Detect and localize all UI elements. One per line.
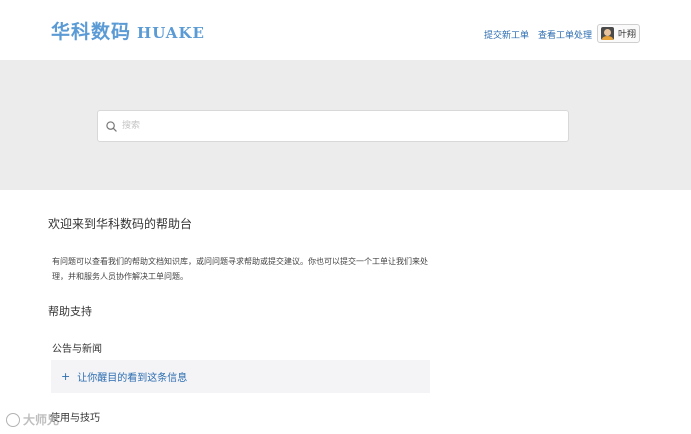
- logo-en-text: HUAKE: [137, 24, 205, 42]
- plus-icon: +: [61, 370, 71, 383]
- news-list-item[interactable]: + 让你醒目的看到这条信息: [51, 360, 430, 393]
- header: 华科数码 HUAKE 提交新工单 查看工单处理 叶翔: [0, 0, 691, 60]
- search-icon: [106, 121, 117, 132]
- view-tickets-link[interactable]: 查看工单处理: [538, 28, 592, 41]
- welcome-description: 有问题可以查看我们的帮助文档知识库，或问问题寻求帮助或提交建议。你也可以提交一个…: [52, 257, 428, 281]
- logo[interactable]: 华科数码 HUAKE: [51, 17, 205, 44]
- watermark: 大师兄: [6, 411, 59, 428]
- watermark-text: 大师兄: [23, 413, 60, 427]
- help-support-heading: 帮助支持: [48, 305, 92, 318]
- submit-ticket-link[interactable]: 提交新工单: [484, 28, 529, 41]
- news-heading: 公告与新闻: [52, 344, 102, 355]
- search-hero: [0, 60, 691, 190]
- user-name: 叶翔: [618, 30, 637, 40]
- search-box[interactable]: [97, 110, 569, 142]
- user-menu-button[interactable]: 叶翔: [597, 24, 640, 43]
- news-item-label: 让你醒目的看到这条信息: [77, 373, 188, 384]
- avatar: [601, 27, 614, 40]
- logo-cn-text: 华科数码: [51, 21, 132, 43]
- watermark-logo-icon: [6, 412, 20, 427]
- welcome-heading: 欢迎来到华科数码的帮助台: [48, 217, 193, 231]
- search-input[interactable]: [122, 111, 562, 141]
